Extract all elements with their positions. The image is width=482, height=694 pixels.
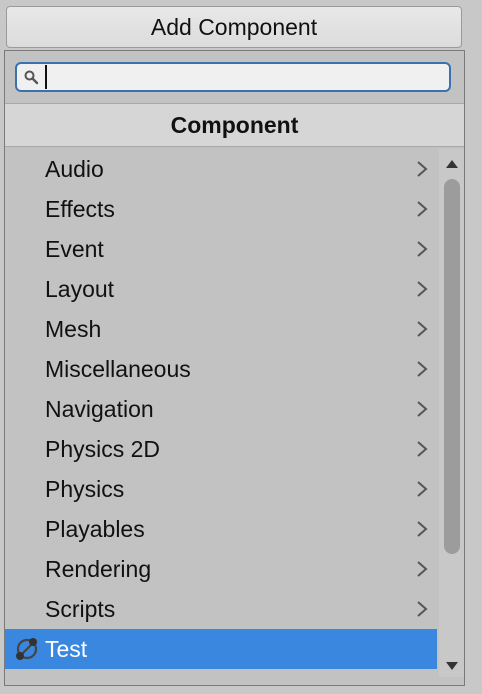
chevron-right-icon: [417, 321, 428, 337]
search-input[interactable]: [45, 65, 449, 89]
chevron-right-icon: [417, 361, 428, 377]
chevron-right-icon: [417, 481, 428, 497]
list-item-effects[interactable]: Effects: [5, 189, 437, 229]
list-item-rendering[interactable]: Rendering: [5, 549, 437, 589]
scroll-down-icon[interactable]: [439, 655, 464, 677]
list-item-label: Event: [45, 235, 104, 262]
list-item-miscellaneous[interactable]: Miscellaneous: [5, 349, 437, 389]
list-item-label: Scripts: [45, 595, 116, 622]
add-component-popup: Component Audio Effects Event Layout Mes…: [4, 50, 465, 686]
list-item-label: Rendering: [45, 555, 152, 582]
list-item-label: Physics 2D: [45, 435, 161, 462]
list-item-label: Playables: [45, 515, 145, 542]
chevron-right-icon: [417, 441, 428, 457]
list-item-playables[interactable]: Playables: [5, 509, 437, 549]
list-item-physics-2d[interactable]: Physics 2D: [5, 429, 437, 469]
list-item-label: Layout: [45, 275, 115, 302]
list-item-layout[interactable]: Layout: [5, 269, 437, 309]
chevron-right-icon: [417, 161, 428, 177]
scrollbar[interactable]: [439, 149, 464, 677]
list-item-test[interactable]: Test: [5, 629, 437, 669]
list-item-navigation[interactable]: Navigation: [5, 389, 437, 429]
list-item-physics[interactable]: Physics: [5, 469, 437, 509]
list-item-label: Test: [45, 635, 88, 662]
list-item-event[interactable]: Event: [5, 229, 437, 269]
list-item-scripts[interactable]: Scripts: [5, 589, 437, 629]
search-bar: [5, 51, 464, 103]
list-item-label: Effects: [45, 195, 115, 222]
scroll-up-icon[interactable]: [439, 153, 464, 175]
list-item-audio[interactable]: Audio: [5, 149, 437, 189]
search-field[interactable]: [15, 62, 451, 92]
component-list: Audio Effects Event Layout Mesh Miscella…: [5, 149, 437, 685]
search-icon: [17, 64, 45, 90]
chevron-right-icon: [417, 601, 428, 617]
chevron-right-icon: [417, 281, 428, 297]
chevron-right-icon: [417, 561, 428, 577]
scroll-thumb[interactable]: [444, 179, 460, 554]
script-icon: [16, 638, 38, 660]
list-item-label: Navigation: [45, 395, 154, 422]
list-item-label: Audio: [45, 155, 104, 182]
add-component-button[interactable]: Add Component: [6, 6, 462, 48]
list-item-label: Miscellaneous: [45, 355, 191, 382]
chevron-right-icon: [417, 201, 428, 217]
chevron-right-icon: [417, 401, 428, 417]
list-item-mesh[interactable]: Mesh: [5, 309, 437, 349]
chevron-right-icon: [417, 521, 428, 537]
section-title: Component: [5, 103, 464, 147]
list-item-label: Mesh: [45, 315, 102, 342]
list-item-label: Physics: [45, 475, 125, 502]
chevron-right-icon: [417, 241, 428, 257]
